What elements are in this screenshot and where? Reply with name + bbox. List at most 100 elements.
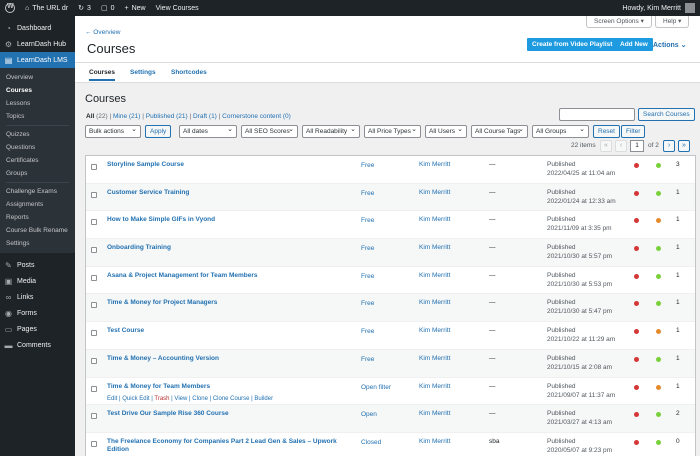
row-checkbox[interactable] [91,219,97,226]
submenu-groups[interactable]: Groups [0,167,75,180]
row-checkbox[interactable] [91,330,97,337]
row-checkbox[interactable] [91,191,97,198]
author-link[interactable]: Kim Merritt [419,438,450,445]
author-link[interactable]: Kim Merritt [419,355,450,362]
sidebar-item-dashboard[interactable]: ◔ Dashboard [0,20,75,36]
author-link[interactable]: Kim Merritt [419,161,450,168]
row-checkbox[interactable] [91,413,97,420]
current-page-input[interactable]: 1 [630,140,644,152]
next-page-button[interactable]: › [663,140,675,152]
filter-draft[interactable]: Draft (1) [193,113,217,120]
first-page-button[interactable]: « [600,140,612,152]
author-link[interactable]: Kim Merritt [419,272,450,279]
price-type-link[interactable]: Free [361,272,401,281]
price-type-link[interactable]: Free [361,189,401,198]
course-title-link[interactable]: Asana & Project Management for Team Memb… [107,272,347,280]
filter-cornerstone[interactable]: Cornerstone content (0) [222,113,291,120]
edit-link[interactable]: Edit [107,396,117,402]
table-row: Customer Service Training Free Kim Merritt… [86,183,695,212]
row-checkbox[interactable] [91,274,97,281]
submenu-settings[interactable]: Settings [0,237,75,250]
last-page-button[interactable]: » [678,140,690,152]
course-title-link[interactable]: Test Course [107,327,347,335]
submenu-quizzes[interactable]: Quizzes [0,128,75,141]
submenu-certificates[interactable]: Certificates [0,154,75,167]
builder-link[interactable]: Builder [254,396,273,402]
price-type-link[interactable]: Free [361,216,401,225]
submenu-topics[interactable]: Topics [0,110,75,123]
course-title-link[interactable]: Customer Service Training [107,189,347,197]
submenu-courses[interactable]: Courses [0,84,75,97]
row-checkbox[interactable] [91,440,97,447]
author-link[interactable]: Kim Merritt [419,299,450,306]
price-type-link[interactable]: Free [361,299,401,308]
price-type-select[interactable]: All Price Types [364,125,421,138]
course-title-link[interactable]: The Freelance Economy for Companies Part… [107,438,347,454]
price-type-link[interactable]: Open filter [361,383,401,392]
reset-button[interactable]: Reset [593,125,620,138]
author-link[interactable]: Kim Merritt [419,189,450,196]
price-type-link[interactable]: Closed [361,438,401,447]
sidebar-item-media[interactable]: ▣ Media [0,273,75,289]
author-link[interactable]: Kim Merritt [419,216,450,223]
course-title-link[interactable]: Storyline Sample Course [107,161,347,169]
course-title-link[interactable]: Test Drive Our Sample Rise 360 Course [107,410,347,418]
date-text: 2021/10/15 at 2:08 am [547,363,613,371]
submenu-reports[interactable]: Reports [0,211,75,224]
groups-select[interactable]: All Groups [532,125,589,138]
price-type-link[interactable]: Free [361,244,401,253]
row-checkbox[interactable] [91,302,97,309]
trash-link[interactable]: Trash [154,396,169,402]
bulk-actions-select[interactable]: Bulk actions [85,125,141,138]
sidebar-item-learndash-lms[interactable]: ▤ LearnDash LMS [0,52,75,68]
sidebar-item-comments[interactable]: ▬ Comments [0,337,75,353]
filter-mine[interactable]: Mine (21) [113,113,140,120]
quick-edit-link[interactable]: Quick Edit [122,396,149,402]
clone-link[interactable]: Clone [192,396,208,402]
row-checkbox[interactable] [91,247,97,254]
price-type-link[interactable]: Free [361,355,401,364]
sidebar-item-learndash-hub[interactable]: ⚙ LearnDash Hub [0,36,75,52]
submenu-course-bulk-rename[interactable]: Course Bulk Rename [0,224,75,237]
prev-page-button[interactable]: ‹ [615,140,627,152]
author-link[interactable]: Kim Merritt [419,383,450,390]
readability-select[interactable]: All Readability [302,125,360,138]
course-title-link[interactable]: Time & Money for Team Members [107,383,347,391]
sidebar-item-links[interactable]: ∞ Links [0,289,75,305]
seo-score-select[interactable]: All SEO Scores [241,125,298,138]
search-courses-button[interactable]: Search Courses [638,108,695,121]
author-link[interactable]: Kim Merritt [419,244,450,251]
sidebar-item-forms[interactable]: ◉ Forms [0,305,75,321]
course-title-link[interactable]: Onboarding Training [107,244,347,252]
row-checkbox[interactable] [91,357,97,364]
price-type-link[interactable]: Free [361,161,401,170]
course-title-link[interactable]: Time & Money for Project Managers [107,299,347,307]
filter-button[interactable]: Filter [621,125,646,138]
price-type-link[interactable]: Free [361,327,401,336]
course-tags-select[interactable]: All Course Tags [471,125,528,138]
search-input[interactable] [559,108,635,121]
sidebar-item-posts[interactable]: ✎ Posts [0,257,75,273]
submenu-assignments[interactable]: Assignments [0,198,75,211]
wordpress-logo[interactable] [0,0,20,16]
filter-published[interactable]: Published (21) [146,113,188,120]
author-link[interactable]: Kim Merritt [419,327,450,334]
row-checkbox[interactable] [91,385,97,392]
site-name-link[interactable]: ⌂ The URL dr [20,0,73,16]
submenu-lessons[interactable]: Lessons [0,97,75,110]
dates-select[interactable]: All dates [179,125,237,138]
submenu-overview[interactable]: Overview [0,71,75,84]
course-title-link[interactable]: How to Make Simple GIFs in Vyond [107,216,347,224]
sidebar-item-pages[interactable]: ▭ Pages [0,321,75,337]
author-link[interactable]: Kim Merritt [419,410,450,417]
clone-course-link[interactable]: Clone Course [213,396,250,402]
course-title-link[interactable]: Time & Money – Accounting Version [107,355,347,363]
filter-all[interactable]: All [86,113,94,120]
apply-button[interactable]: Apply [145,125,172,138]
submenu-questions[interactable]: Questions [0,141,75,154]
price-type-link[interactable]: Open [361,410,401,419]
submenu-challenge-exams[interactable]: Challenge Exams [0,185,75,198]
row-checkbox[interactable] [91,164,97,170]
users-select[interactable]: All Users [425,125,467,138]
view-link[interactable]: View [174,396,187,402]
